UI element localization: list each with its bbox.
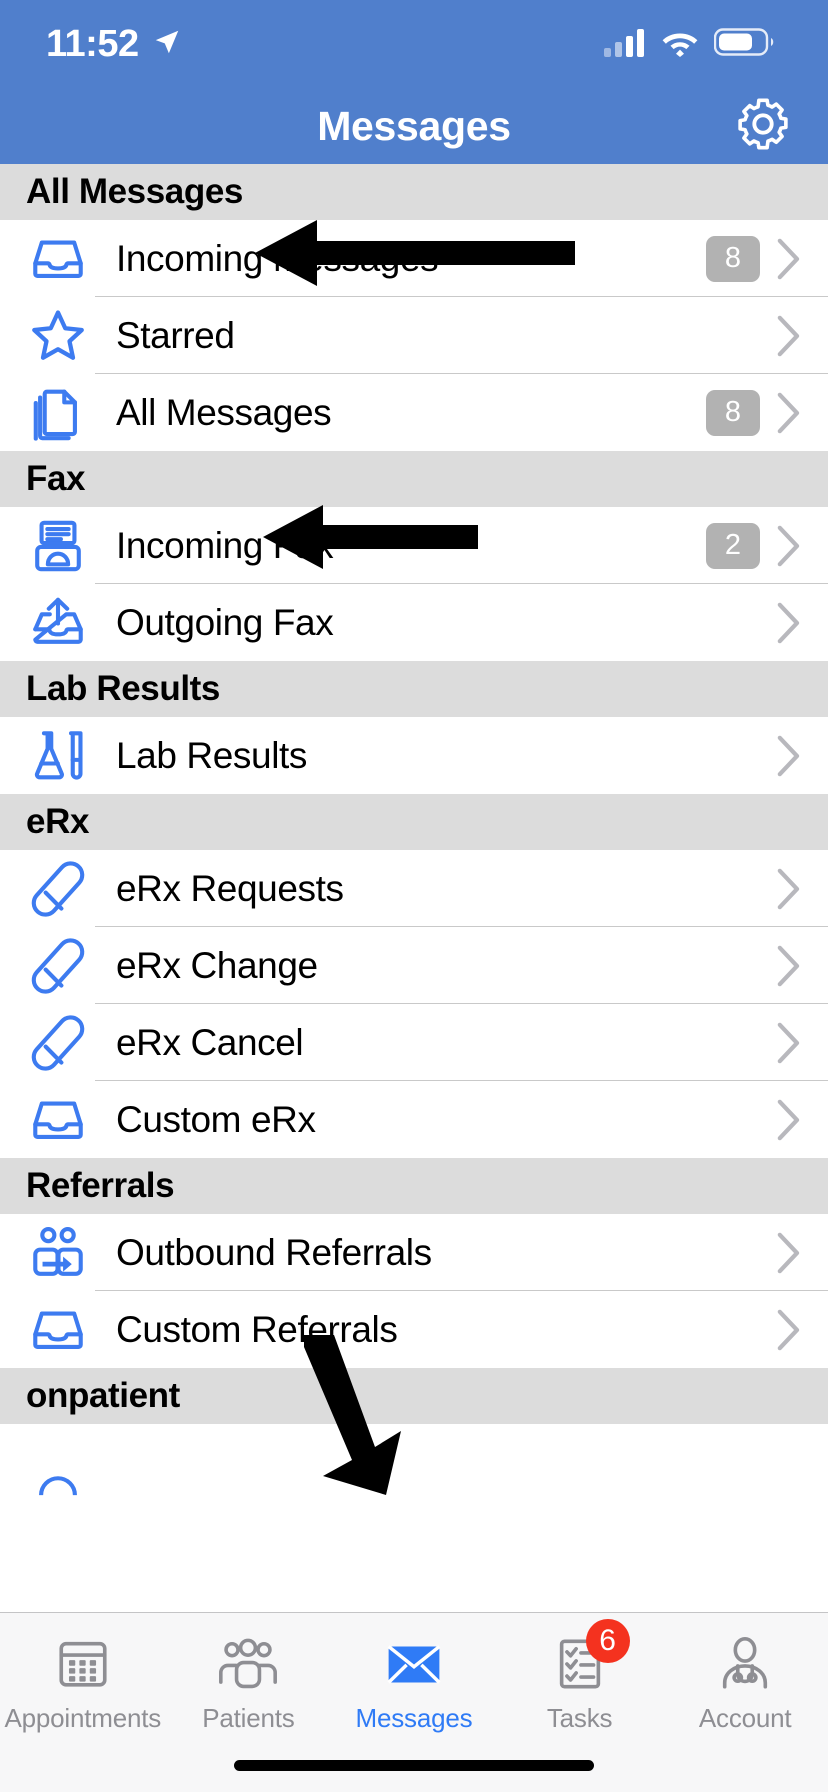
chevron-right-icon bbox=[776, 945, 802, 987]
chevron-right-icon bbox=[776, 602, 802, 644]
list-item[interactable]: Lab Results bbox=[0, 717, 828, 794]
list-item[interactable] bbox=[0, 1424, 828, 1496]
chevron-right-icon bbox=[776, 1022, 802, 1064]
status-bar-clock: 11:52 bbox=[46, 23, 139, 65]
list-item[interactable]: eRx Requests bbox=[0, 850, 828, 927]
page-title: Messages bbox=[317, 102, 511, 149]
section-header-label: Fax bbox=[26, 459, 86, 498]
tab-label: Account bbox=[698, 1703, 792, 1733]
partial-icon bbox=[22, 1408, 94, 1500]
chevron-right-icon bbox=[776, 868, 802, 910]
list-item-label: eRx Change bbox=[116, 944, 318, 986]
list-item-label: eRx Requests bbox=[116, 867, 344, 909]
pill-capsule-icon bbox=[22, 937, 94, 995]
pill-capsule-icon bbox=[22, 860, 94, 918]
inbox-tray-icon bbox=[22, 1091, 94, 1149]
tab-account[interactable]: Account bbox=[662, 1613, 828, 1734]
section-header-label: Lab Results bbox=[26, 669, 220, 708]
battery-icon bbox=[713, 27, 776, 62]
list-item[interactable]: Outbound Referrals bbox=[0, 1214, 828, 1291]
tab-appointments[interactable]: Appointments bbox=[0, 1613, 166, 1734]
list-item[interactable]: Incoming Fax 2 bbox=[0, 507, 828, 584]
chevron-right-icon bbox=[776, 315, 802, 357]
tab-notification-badge: 6 bbox=[585, 1619, 630, 1663]
chevron-right-icon bbox=[776, 1232, 802, 1274]
calendar-icon bbox=[54, 1632, 112, 1696]
list-item[interactable]: eRx Cancel bbox=[0, 1004, 828, 1081]
section-header-referrals: Referrals bbox=[0, 1158, 828, 1214]
doctor-stethoscope-icon bbox=[716, 1632, 774, 1696]
inbox-tray-icon bbox=[22, 230, 94, 288]
cellular-signal-icon bbox=[604, 27, 646, 62]
unread-count-badge: 8 bbox=[706, 389, 760, 436]
chevron-right-icon bbox=[776, 392, 802, 434]
people-group-icon bbox=[217, 1632, 279, 1696]
list-item-label: eRx Cancel bbox=[116, 1021, 304, 1063]
list-item[interactable]: eRx Change bbox=[0, 927, 828, 1004]
list-item-label: Outbound Referrals bbox=[116, 1231, 432, 1273]
fax-machine-icon bbox=[22, 517, 94, 575]
pill-capsule-icon bbox=[22, 1014, 94, 1072]
section-header-erx: eRx bbox=[0, 794, 828, 850]
list-item-label: All Messages bbox=[116, 391, 332, 433]
list-item[interactable]: Outgoing Fax bbox=[0, 584, 828, 661]
list-item-label: Incoming Fax bbox=[116, 524, 334, 566]
location-arrow-icon bbox=[152, 27, 182, 62]
section-header-label: eRx bbox=[26, 802, 90, 841]
navigation-bar: Messages bbox=[0, 88, 828, 164]
tab-patients[interactable]: Patients bbox=[166, 1613, 332, 1734]
list-item[interactable]: Starred bbox=[0, 297, 828, 374]
flask-test-tube-icon bbox=[22, 727, 94, 785]
section-header-fax: Fax bbox=[0, 451, 828, 507]
tab-tasks[interactable]: 6 Tasks bbox=[497, 1613, 663, 1734]
people-arrow-icon bbox=[22, 1224, 94, 1282]
list-item-label: Custom Referrals bbox=[116, 1308, 398, 1350]
chevron-right-icon bbox=[776, 1309, 802, 1351]
chevron-right-icon bbox=[776, 525, 802, 567]
section-header-onpatient: onpatient bbox=[0, 1368, 828, 1424]
list-item-label: Starred bbox=[116, 314, 235, 356]
status-bar-left: 11:52 bbox=[46, 25, 182, 63]
stacked-pages-icon bbox=[22, 384, 94, 442]
tab-label: Tasks bbox=[546, 1703, 613, 1733]
chevron-right-icon bbox=[776, 1099, 802, 1141]
messages-list[interactable]: All Messages Incoming Messages 8 Starred All… bbox=[0, 164, 828, 1792]
gear-icon bbox=[734, 95, 792, 158]
app-root: 11:52 Messages All Messages Incoming Mes… bbox=[0, 0, 828, 1792]
list-item[interactable]: Incoming Messages 8 bbox=[0, 220, 828, 297]
envelope-icon bbox=[384, 1632, 444, 1696]
list-item[interactable]: Custom Referrals bbox=[0, 1291, 828, 1368]
section-header-label: Referrals bbox=[26, 1166, 175, 1205]
unread-count-badge: 8 bbox=[706, 235, 760, 282]
unread-count-badge: 2 bbox=[706, 522, 760, 569]
outbox-upload-icon bbox=[22, 594, 94, 652]
tab-label: Messages bbox=[355, 1703, 473, 1733]
section-header-label: All Messages bbox=[26, 172, 243, 211]
tab-messages[interactable]: Messages bbox=[331, 1613, 497, 1734]
settings-button[interactable] bbox=[732, 95, 794, 157]
list-item-label: Lab Results bbox=[116, 734, 307, 776]
home-indicator bbox=[234, 1760, 594, 1771]
list-item-label: Outgoing Fax bbox=[116, 601, 334, 643]
chevron-right-icon bbox=[776, 238, 802, 280]
star-icon bbox=[22, 306, 94, 366]
status-bar-right bbox=[604, 27, 776, 62]
status-bar: 11:52 bbox=[0, 0, 828, 88]
list-item[interactable]: Custom eRx bbox=[0, 1081, 828, 1158]
inbox-tray-icon bbox=[22, 1301, 94, 1359]
tab-label: Appointments bbox=[4, 1703, 162, 1733]
wifi-icon bbox=[660, 27, 700, 62]
list-item-label: Incoming Messages bbox=[116, 237, 439, 279]
section-header-lab-results: Lab Results bbox=[0, 661, 828, 717]
section-header-all-messages: All Messages bbox=[0, 164, 828, 220]
tab-label: Patients bbox=[202, 1703, 295, 1733]
list-item[interactable]: All Messages 8 bbox=[0, 374, 828, 451]
chevron-right-icon bbox=[776, 735, 802, 777]
list-item-label: Custom eRx bbox=[116, 1098, 316, 1140]
